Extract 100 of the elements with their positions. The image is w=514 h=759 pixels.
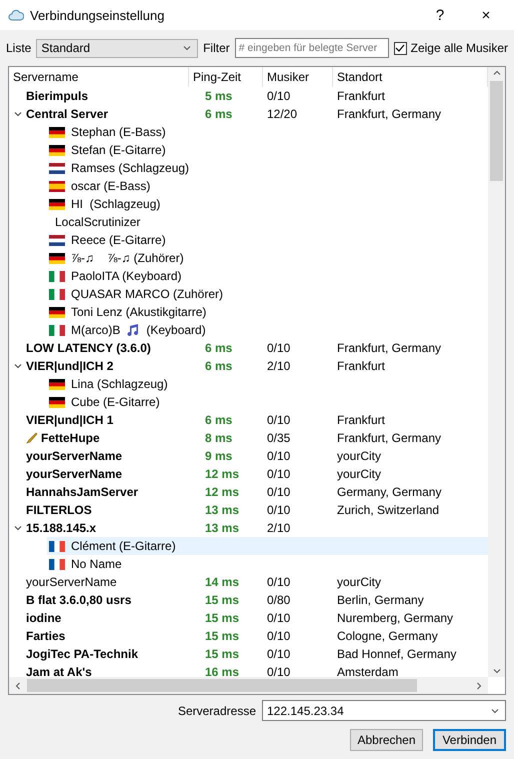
server-location: Bad Honnef, Germany — [336, 647, 458, 661]
flag-icon — [49, 558, 65, 570]
musician-row[interactable]: No Name — [47, 555, 488, 573]
server-row[interactable]: 15.188.145.x 13 ms 2/10 — [9, 519, 488, 537]
ping-time: 16 ms — [204, 665, 240, 677]
list-label: Liste — [6, 41, 32, 55]
server-name: JogiTec PA-Technik — [26, 647, 138, 661]
server-row[interactable]: HannahsJamServer 12 ms 0/10 Germany, Germany — [9, 483, 488, 501]
dialog-button[interactable]: Abbrechen — [350, 729, 423, 751]
musician-row[interactable]: Reece (E-Gitarre) — [47, 231, 488, 249]
musician-row[interactable]: PaoloITA (Keyboard) — [47, 267, 488, 285]
musician-name: ⅞-♫ ⅞-♫ (Zuhörer) — [71, 251, 184, 265]
ping-time: 12 ms — [204, 485, 240, 499]
ping-time: 6 ms — [204, 359, 234, 373]
musician-count: 0/10 — [266, 665, 292, 677]
server-location: Zurich, Switzerland — [336, 503, 440, 517]
server-row[interactable]: Central Server 6 ms 12/20 Frankfurt, Germany — [9, 105, 488, 123]
help-button[interactable]: ? — [420, 6, 460, 24]
server-name: VIER|und|ICH 1 — [26, 413, 114, 427]
musician-row[interactable]: Lina (Schlagzeug) — [47, 375, 488, 393]
server-row[interactable]: Jam at Ak's 16 ms 0/10 Amsterdam — [9, 663, 488, 677]
musician-name: M(arco)B — [71, 323, 120, 337]
musician-row[interactable]: LocalScrutinizer — [47, 213, 488, 231]
server-row[interactable]: Bierimpuls 5 ms 0/10 Frankfurt — [9, 87, 488, 105]
ping-time: 6 ms — [204, 107, 234, 121]
server-name: FILTERLOS — [26, 503, 92, 517]
server-location: Cologne, Germany — [336, 629, 439, 643]
server-location: yourCity — [336, 575, 382, 589]
flag-icon — [49, 180, 65, 192]
flag-icon — [49, 540, 65, 552]
server-name: Farties — [26, 629, 66, 643]
server-row[interactable]: yourServerName 9 ms 0/10 yourCity — [9, 447, 488, 465]
musician-count: 0/10 — [266, 341, 292, 355]
musician-name: LocalScrutinizer — [55, 215, 140, 229]
chevron-down-icon[interactable] — [13, 523, 23, 533]
show-all-label: Zeige alle Musiker — [410, 41, 508, 55]
server-row[interactable]: yourServerName 12 ms 0/10 yourCity — [9, 465, 488, 483]
musician-row[interactable]: HI (Schlagzeug) — [47, 195, 488, 213]
musician-name: PaoloITA (Keyboard) — [71, 269, 182, 283]
server-name: LOW LATENCY (3.6.0) — [26, 341, 151, 355]
flag-icon — [49, 306, 65, 318]
ping-time: 15 ms — [204, 629, 240, 643]
musician-row[interactable]: ⅞-♫ ⅞-♫ (Zuhörer) — [47, 249, 488, 267]
close-button[interactable]: × — [466, 6, 506, 24]
chevron-down-icon[interactable] — [13, 361, 23, 371]
music-note-icon — [126, 323, 140, 337]
scrollbar-thumb[interactable] — [490, 81, 503, 181]
address-field[interactable]: 122.145.23.34 — [262, 700, 506, 721]
filter-field[interactable]: # eingeben für belegte Server — [234, 38, 389, 58]
musician-row[interactable]: M(arco)B (Keyboard) — [47, 321, 488, 339]
musician-count: 0/10 — [266, 575, 292, 589]
musician-name: HI (Schlagzeug) — [71, 197, 160, 211]
musician-row[interactable]: Cube (E-Gitarre) — [47, 393, 488, 411]
flag-icon — [49, 396, 65, 408]
ping-time: 15 ms — [204, 611, 240, 625]
server-row[interactable]: FILTERLOS 13 ms 0/10 Zurich, Switzerland — [9, 501, 488, 519]
musician-row[interactable]: QUASAR MARCO (Zuhörer) — [47, 285, 488, 303]
server-row[interactable]: FetteHupe 8 ms 0/35 Frankfurt, Germany — [9, 429, 488, 447]
flag-icon — [49, 288, 65, 300]
server-name: yourServerName — [26, 575, 117, 589]
musician-row[interactable]: Toni Lenz (Akustikgitarre) — [47, 303, 488, 321]
flag-icon — [49, 162, 65, 174]
musician-row[interactable]: Stephan (E-Bass) — [47, 123, 488, 141]
dialog-button[interactable]: Verbinden — [433, 729, 506, 751]
musician-count: 0/10 — [266, 413, 292, 427]
server-row[interactable]: Farties 15 ms 0/10 Cologne, Germany — [9, 627, 488, 645]
server-name: yourServerName — [26, 449, 122, 463]
address-label: Serveradresse — [178, 704, 256, 718]
server-location: Frankfurt — [336, 89, 386, 103]
list-dropdown[interactable]: Standard — [36, 38, 198, 58]
vertical-scrollbar[interactable] — [488, 67, 505, 677]
server-row[interactable]: VIER|und|ICH 1 6 ms 0/10 Frankfurt — [9, 411, 488, 429]
server-row[interactable]: LOW LATENCY (3.6.0) 6 ms 0/10 Frankfurt, Germany — [9, 339, 488, 357]
server-location: Frankfurt — [336, 413, 386, 427]
column-header[interactable]: Musiker — [263, 67, 333, 87]
scrollbar-thumb[interactable] — [27, 679, 417, 692]
server-row[interactable]: B flat 3.6.0,80 usrs 15 ms 0/80 Berlin, Germany — [9, 591, 488, 609]
server-name: Bierimpuls — [26, 89, 88, 103]
server-name: VIER|und|ICH 2 — [26, 359, 114, 373]
horizontal-scrollbar[interactable] — [9, 677, 488, 694]
musician-name: Reece (E-Gitarre) — [71, 233, 166, 247]
show-all-checkbox[interactable] — [394, 42, 407, 54]
musician-row[interactable]: oscar (E-Bass) — [47, 177, 488, 195]
column-header[interactable]: Ping-Zeit — [189, 67, 263, 87]
server-row[interactable]: iodine 15 ms 0/10 Nuremberg, Germany — [9, 609, 488, 627]
server-row[interactable]: VIER|und|ICH 2 6 ms 2/10 Frankfurt — [9, 357, 488, 375]
flag-icon — [49, 144, 65, 156]
server-row[interactable]: yourServerName 14 ms 0/10 yourCity — [9, 573, 488, 591]
musician-row[interactable]: Stefan (E-Gitarre) — [47, 141, 488, 159]
musician-name: oscar (E-Bass) — [71, 179, 150, 193]
server-location: Germany, Germany — [336, 485, 442, 499]
column-header[interactable]: Servername — [9, 67, 189, 87]
chevron-down-icon[interactable] — [13, 109, 23, 119]
musician-name: Stefan (E-Gitarre) — [71, 143, 166, 157]
musician-row[interactable]: Ramses (Schlagzeug) — [47, 159, 488, 177]
musician-count: 0/10 — [266, 503, 292, 517]
musician-count: 0/35 — [266, 431, 292, 445]
server-row[interactable]: JogiTec PA-Technik 15 ms 0/10 Bad Honnef, Germany — [9, 645, 488, 663]
musician-row[interactable]: Clément (E-Gitarre) — [47, 537, 488, 555]
musician-name: Lina (Schlagzeug) — [71, 377, 168, 391]
